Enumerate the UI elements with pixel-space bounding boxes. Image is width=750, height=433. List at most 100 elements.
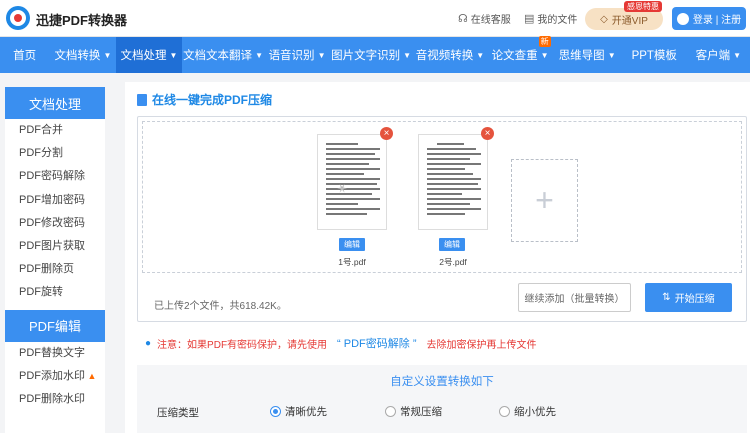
upload-box: ✶ × 编辑 1号.pdf × 编辑 2号.pdf + 已上传2个文件，共618… xyxy=(137,116,747,322)
nav-item[interactable]: 文档处理 ▼ xyxy=(116,37,182,73)
remove-file-icon[interactable]: × xyxy=(380,127,393,140)
nav-item-label: 文档转换 xyxy=(54,50,101,62)
sidebar-item[interactable]: PDF删除水印 xyxy=(5,388,105,411)
sidebar-section-doc-processing: 文档处理 xyxy=(5,87,105,119)
plus-icon: + xyxy=(535,182,554,218)
edit-file-button[interactable]: 编辑 xyxy=(439,238,465,251)
sidebar-item-label: PDF增加密码 xyxy=(19,193,85,206)
nav-item[interactable]: PPT模板 xyxy=(622,37,687,73)
login-register-button[interactable]: 登录 | 注册 xyxy=(672,7,746,30)
sidebar-item[interactable]: PDF旋转 xyxy=(5,281,105,304)
add-file-button[interactable]: + xyxy=(511,159,578,242)
sidebar-item-label: PDF图片获取 xyxy=(19,239,85,252)
caret-down-icon: ▼ xyxy=(540,50,549,60)
sidebar-item[interactable]: PDF密码解除 xyxy=(5,165,105,188)
file-thumbnail xyxy=(418,134,488,230)
compress-type-label: 压缩类型 xyxy=(157,407,199,419)
nav-item-label: 图片文字识别 xyxy=(331,50,401,62)
remove-file-icon[interactable]: × xyxy=(481,127,494,140)
nav-item-label: 语音识别 xyxy=(268,50,315,62)
sidebar-item-label: PDF密码解除 xyxy=(19,170,85,183)
nav-item-label: 论文查重 xyxy=(491,50,538,62)
sidebar-item-label: PDF修改密码 xyxy=(19,216,85,229)
sidebar-item[interactable]: PDF删除页 xyxy=(5,258,105,281)
sidebar-item[interactable]: PDF增加密码 xyxy=(5,189,105,212)
file-drop-area[interactable]: ✶ × 编辑 1号.pdf × 编辑 2号.pdf + xyxy=(142,121,742,273)
radio-label: 清晰优先 xyxy=(285,406,327,418)
password-notice: ● 注意：如果PDF有密码保护，请先使用 “ PDF密码解除 ” 去除加密保护再… xyxy=(145,335,537,351)
nav-item[interactable]: 语音识别 ▼ xyxy=(264,37,329,73)
app-logo-icon[interactable] xyxy=(6,6,30,30)
sidebar-item-label: PDF替换文字 xyxy=(19,346,85,359)
refresh-icon: ⇅ xyxy=(662,292,671,303)
page-title: 在线一键完成PDF压缩 xyxy=(137,91,272,108)
login-label: 登录 | 注册 xyxy=(692,15,742,26)
nav-item[interactable]: 文档转换 ▼ xyxy=(49,37,116,73)
nav-item[interactable]: 图片文字识别 ▼ xyxy=(330,37,413,73)
sidebar-item[interactable]: PDF合并 xyxy=(5,119,105,142)
radio-unchecked-icon[interactable] xyxy=(385,406,396,417)
caret-down-icon: ▼ xyxy=(255,50,263,60)
sidebar-item[interactable]: PDF替换文字 xyxy=(5,342,105,365)
top-header: 迅捷PDF转换器 ☊ 在线客服 ▤ 我的文件 ◇ 开通VIP 感恩特惠 登录 |… xyxy=(0,0,750,37)
file-name: 2号.pdf xyxy=(439,257,467,267)
nav-item[interactable]: 文档文本翻译 ▼ xyxy=(182,37,265,73)
caret-down-icon: ▼ xyxy=(476,50,485,60)
my-files-link[interactable]: ▤ 我的文件 xyxy=(524,11,577,26)
start-compress-button[interactable]: ⇅ 开始压缩 xyxy=(645,283,732,312)
radio-label: 常规压缩 xyxy=(400,406,442,418)
nav-item[interactable]: 客户端 ▼ xyxy=(687,37,750,73)
nav-item-label: PPT模板 xyxy=(631,50,677,62)
radio-unchecked-icon[interactable] xyxy=(499,406,510,417)
file-thumbnail: ✶ xyxy=(317,134,387,230)
nav-item[interactable]: 思维导图 ▼ xyxy=(553,37,622,73)
diamond-icon: ◇ xyxy=(600,13,608,25)
sidebar-item[interactable]: PDF分割 xyxy=(5,142,105,165)
thumbnail-text-lines xyxy=(427,143,481,218)
caret-down-icon: ▼ xyxy=(607,50,616,60)
user-icon xyxy=(676,12,689,25)
nav-item[interactable]: 首页 xyxy=(0,37,49,73)
brand-name[interactable]: 迅捷PDF转换器 xyxy=(36,10,127,29)
radio-option-normal[interactable]: 常规压缩 xyxy=(385,404,442,419)
sidebar-item[interactable]: PDF修改密码 xyxy=(5,212,105,235)
settings-title: 自定义设置转换如下 xyxy=(390,376,494,388)
customer-service-label: 在线客服 xyxy=(470,15,511,26)
customer-service-link[interactable]: ☊ 在线客服 xyxy=(458,11,511,26)
caret-down-icon: ▼ xyxy=(103,50,112,60)
nav-item-label: 思维导图 xyxy=(558,50,605,62)
pdf-password-remove-link[interactable]: “ PDF密码解除 ” xyxy=(337,335,416,351)
sidebar-item-label: PDF合并 xyxy=(19,124,63,136)
caret-down-icon: ▼ xyxy=(733,50,742,60)
radio-checked-icon[interactable] xyxy=(270,406,281,417)
sidebar-item-label: PDF删除页 xyxy=(19,263,74,276)
nav-item[interactable]: 论文查重 ▼ 新 xyxy=(487,36,552,73)
sidebar: 文档处理 PDF合并 PDF分割 PDF密码解除 PDF增加密码 PDF修改密码 PDF图… xyxy=(5,87,105,433)
file-name: 1号.pdf xyxy=(338,257,366,267)
edit-file-button[interactable]: 编辑 xyxy=(339,238,365,251)
radio-option-smaller[interactable]: 缩小优先 xyxy=(499,404,556,419)
radio-label: 缩小优先 xyxy=(514,406,556,418)
sidebar-item[interactable]: PDF添加水印 ▲ xyxy=(5,365,105,388)
sidebar-section-pdf-edit: PDF编辑 xyxy=(5,309,105,342)
nav-item-label: 音视频转换 xyxy=(415,50,474,62)
upload-status: 已上传2个文件，共618.42K。 xyxy=(154,301,287,312)
start-compress-label: 开始压缩 xyxy=(674,294,715,305)
nav-item-label: 文档处理 xyxy=(120,50,167,62)
headset-icon: ☊ xyxy=(458,13,468,25)
file-icon: ▤ xyxy=(524,13,535,25)
nav-item-label: 客户端 xyxy=(695,50,731,62)
vip-promo-badge: 感恩特惠 xyxy=(624,1,662,12)
sidebar-item[interactable]: PDF图片获取 xyxy=(5,235,105,258)
sidebar-list-doc-processing: PDF合并 PDF分割 PDF密码解除 PDF增加密码 PDF修改密码 PDF图片获取 PD… xyxy=(5,119,105,305)
continue-add-button[interactable]: 继续添加（批量转换） xyxy=(518,283,631,312)
sidebar-item-label: PDF添加水印 xyxy=(19,369,85,382)
caret-down-icon: ▼ xyxy=(169,50,178,60)
nav-item[interactable]: 音视频转换 ▼ xyxy=(412,37,487,73)
radio-option-clarity[interactable]: 清晰优先 xyxy=(270,404,327,419)
sidebar-item-label: PDF删除水印 xyxy=(19,392,85,405)
nav-item-label: 文档文本翻译 xyxy=(183,50,253,62)
main-nav: 首页 文档转换 ▼ 文档处理 ▼ 文档文本翻译 ▼ 语音识别 ▼ 图片文字识别 ▼ 音视频转换 ▼ 论文查… xyxy=(0,36,750,73)
vip-label: 开通VIP xyxy=(611,15,648,27)
hot-flame-icon: ▲ xyxy=(85,370,97,381)
